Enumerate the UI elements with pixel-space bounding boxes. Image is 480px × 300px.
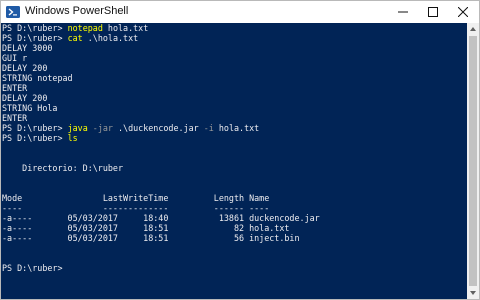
console-area[interactable]: PS D:\ruber> notepad hola.txt PS D:\ruber… xyxy=(1,23,467,299)
console-argument: -jar xyxy=(87,123,113,133)
minimize-icon xyxy=(398,11,408,13)
console-line: STRING Hola xyxy=(2,103,320,113)
minimize-button[interactable] xyxy=(388,1,418,23)
console-text: .\duckencode.jar xyxy=(112,123,199,133)
console-text: -a---- 05/03/2017 18:51 56 inject.bin xyxy=(2,233,300,243)
vertical-scrollbar[interactable] xyxy=(467,23,479,299)
console-line: PS D:\ruber> ls xyxy=(2,133,320,143)
powershell-window: Windows PowerShell PS D:\ruber> notepad … xyxy=(0,0,480,300)
console-text: PS D:\ruber> xyxy=(2,23,68,33)
console-command: notepad xyxy=(67,23,103,33)
console-line: PS D:\ruber> xyxy=(2,263,320,273)
console-text: hola.txt xyxy=(102,23,149,33)
console-line: -a---- 05/03/2017 18:40 13861 duckencode… xyxy=(2,213,320,223)
console-line: PS D:\ruber> cat .\hola.txt xyxy=(2,33,320,43)
console-line: Directorio: D:\ruber xyxy=(2,163,320,173)
window-title: Windows PowerShell xyxy=(25,5,129,17)
console-line: PS D:\ruber> notepad hola.txt xyxy=(2,23,320,33)
console-text: -a---- 05/03/2017 18:51 82 hola.txt xyxy=(2,223,290,233)
console-text: DELAY 3000 xyxy=(2,43,53,53)
console-text: ENTER xyxy=(2,113,28,123)
console-text: DELAY 200 xyxy=(2,93,48,103)
console-text: PS D:\ruber> xyxy=(2,33,68,43)
console-line: DELAY 200 xyxy=(2,63,320,73)
console-text: PS D:\ruber> xyxy=(2,123,68,133)
console-text: hola.txt xyxy=(213,123,260,133)
console-text: PS D:\ruber> xyxy=(2,263,63,273)
console-command: java xyxy=(67,123,88,133)
console-text: ENTER xyxy=(2,83,28,93)
console-line: DELAY 200 xyxy=(2,93,320,103)
console-text: Mode LastWriteTime Length Name xyxy=(2,193,270,203)
chevron-up-icon xyxy=(470,27,476,31)
console-text: Directorio: D:\ruber xyxy=(2,163,124,173)
console-text: STRING notepad xyxy=(2,73,73,83)
console-text: DELAY 200 xyxy=(2,63,48,73)
close-button[interactable] xyxy=(448,1,478,23)
console-text: STRING Hola xyxy=(2,103,58,113)
console-line: DELAY 3000 xyxy=(2,43,320,53)
scroll-up-button[interactable] xyxy=(467,23,479,35)
console-line: STRING notepad xyxy=(2,73,320,83)
console-text: GUI r xyxy=(2,53,28,63)
console-output: PS D:\ruber> notepad hola.txt PS D:\ruber… xyxy=(2,23,320,273)
title-bar[interactable]: Windows PowerShell xyxy=(1,1,479,23)
console-line: -a---- 05/03/2017 18:51 82 hola.txt xyxy=(2,223,320,233)
console-argument: -i xyxy=(198,123,214,133)
console-command: cat xyxy=(67,33,83,43)
console-line: Mode LastWriteTime Length Name xyxy=(2,193,320,203)
maximize-icon xyxy=(428,7,438,17)
maximize-button[interactable] xyxy=(418,1,448,23)
console-line: PS D:\ruber> java -jar .\duckencode.jar … xyxy=(2,123,320,133)
console-line: GUI r xyxy=(2,53,320,63)
scroll-thumb[interactable] xyxy=(469,36,477,286)
chevron-down-icon xyxy=(470,291,476,295)
console-text: .\hola.txt xyxy=(82,33,139,43)
console-text: -a---- 05/03/2017 18:40 13861 duckencode… xyxy=(2,213,320,223)
console-text: PS D:\ruber> xyxy=(2,133,68,143)
console-line: ENTER xyxy=(2,113,320,123)
powershell-icon xyxy=(6,5,20,19)
scroll-down-button[interactable] xyxy=(467,287,479,299)
console-line: ENTER xyxy=(2,83,320,93)
console-line: ---- ------------- ------ ---- xyxy=(2,203,320,213)
console-text: ---- ------------- ------ ---- xyxy=(2,203,270,213)
console-line: -a---- 05/03/2017 18:51 56 inject.bin xyxy=(2,233,320,243)
console-command: ls xyxy=(67,133,78,143)
close-icon xyxy=(458,7,468,17)
